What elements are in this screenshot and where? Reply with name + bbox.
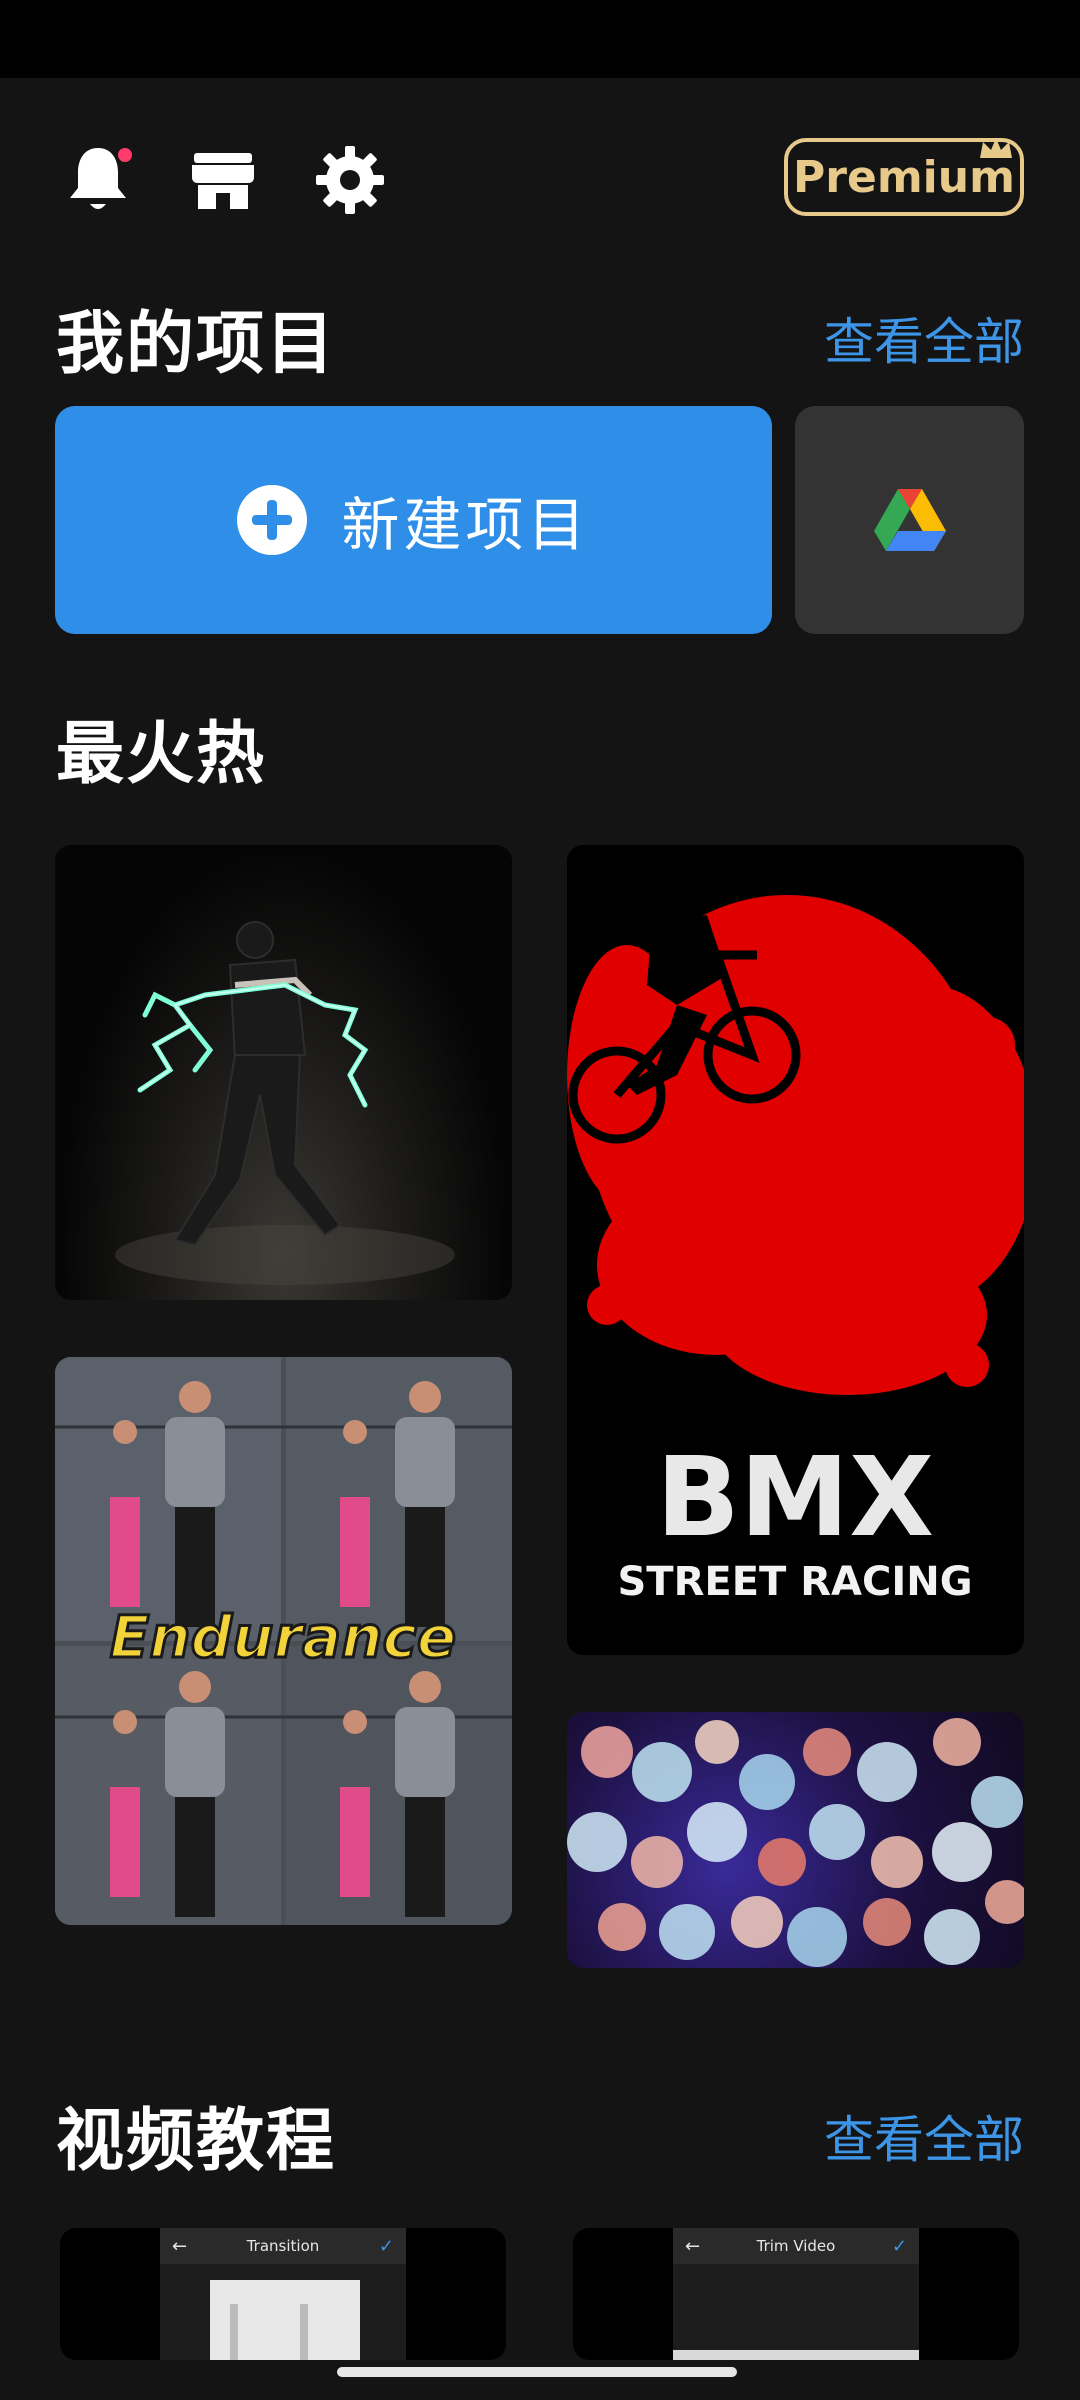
google-drive-button[interactable] — [795, 406, 1024, 634]
crown-icon — [980, 138, 1012, 158]
tutorial-card-transition[interactable]: ← Transition ✓ — [60, 2228, 506, 2360]
back-arrow-icon: ← — [685, 2235, 701, 2257]
tutorial-thumbnail — [210, 2280, 360, 2360]
status-bar — [0, 0, 1080, 78]
bokeh-thumbnail — [567, 1718, 1024, 1967]
home-indicator[interactable] — [337, 2367, 737, 2377]
bmx-thumbnail: BMX STREET RACING — [567, 876, 1024, 1605]
google-drive-icon — [873, 489, 946, 551]
notification-dot — [118, 148, 132, 162]
tutorial-preview: ← Transition ✓ — [160, 2228, 406, 2360]
hottest-title: 最火热 — [56, 715, 267, 794]
tutorial-preview: ← Trim Video ✓ — [673, 2228, 919, 2360]
template-card-dancer[interactable] — [55, 845, 512, 1300]
projects-view-all-link[interactable]: 查看全部 — [824, 302, 1024, 374]
bmx-title: BMX — [656, 1433, 934, 1561]
check-icon: ✓ — [891, 2235, 907, 2257]
back-arrow-icon: ← — [172, 2235, 188, 2257]
tutorial-label: Transition — [246, 2237, 320, 2255]
bmx-subtitle: STREET RACING — [617, 1559, 972, 1605]
plus-icon — [237, 485, 308, 555]
endurance-title: Endurance — [110, 1603, 456, 1671]
bell-icon[interactable] — [58, 140, 138, 220]
store-icon[interactable] — [183, 140, 263, 220]
gear-icon[interactable] — [310, 140, 390, 220]
video-tutorials-title: 视频教程 — [56, 2102, 337, 2181]
tutorial-preview-header: ← Transition ✓ — [160, 2228, 406, 2264]
tutorial-preview-header: ← Trim Video ✓ — [673, 2228, 919, 2264]
my-projects-title: 我的项目 — [56, 305, 337, 384]
new-project-label: 新建项目 — [341, 491, 590, 559]
premium-button[interactable]: Premium — [784, 138, 1024, 216]
template-card-bmx[interactable]: BMX STREET RACING — [567, 845, 1024, 1655]
check-icon: ✓ — [378, 2235, 394, 2257]
tutorial-card-trim-video[interactable]: ← Trim Video ✓ — [573, 2228, 1019, 2360]
tutorial-thumbnail — [673, 2350, 919, 2360]
template-card-endurance[interactable]: Endurance — [55, 1357, 512, 1925]
new-project-button[interactable]: 新建项目 — [55, 406, 772, 634]
endurance-thumbnail: Endurance — [55, 1357, 512, 1925]
tutorials-view-all-link[interactable]: 查看全部 — [824, 2100, 1024, 2172]
tutorial-label: Trim Video — [756, 2237, 836, 2255]
top-bar: Premium — [0, 130, 1080, 230]
dancer-thumbnail — [115, 921, 455, 1285]
template-card-bokeh[interactable] — [567, 1712, 1024, 1968]
